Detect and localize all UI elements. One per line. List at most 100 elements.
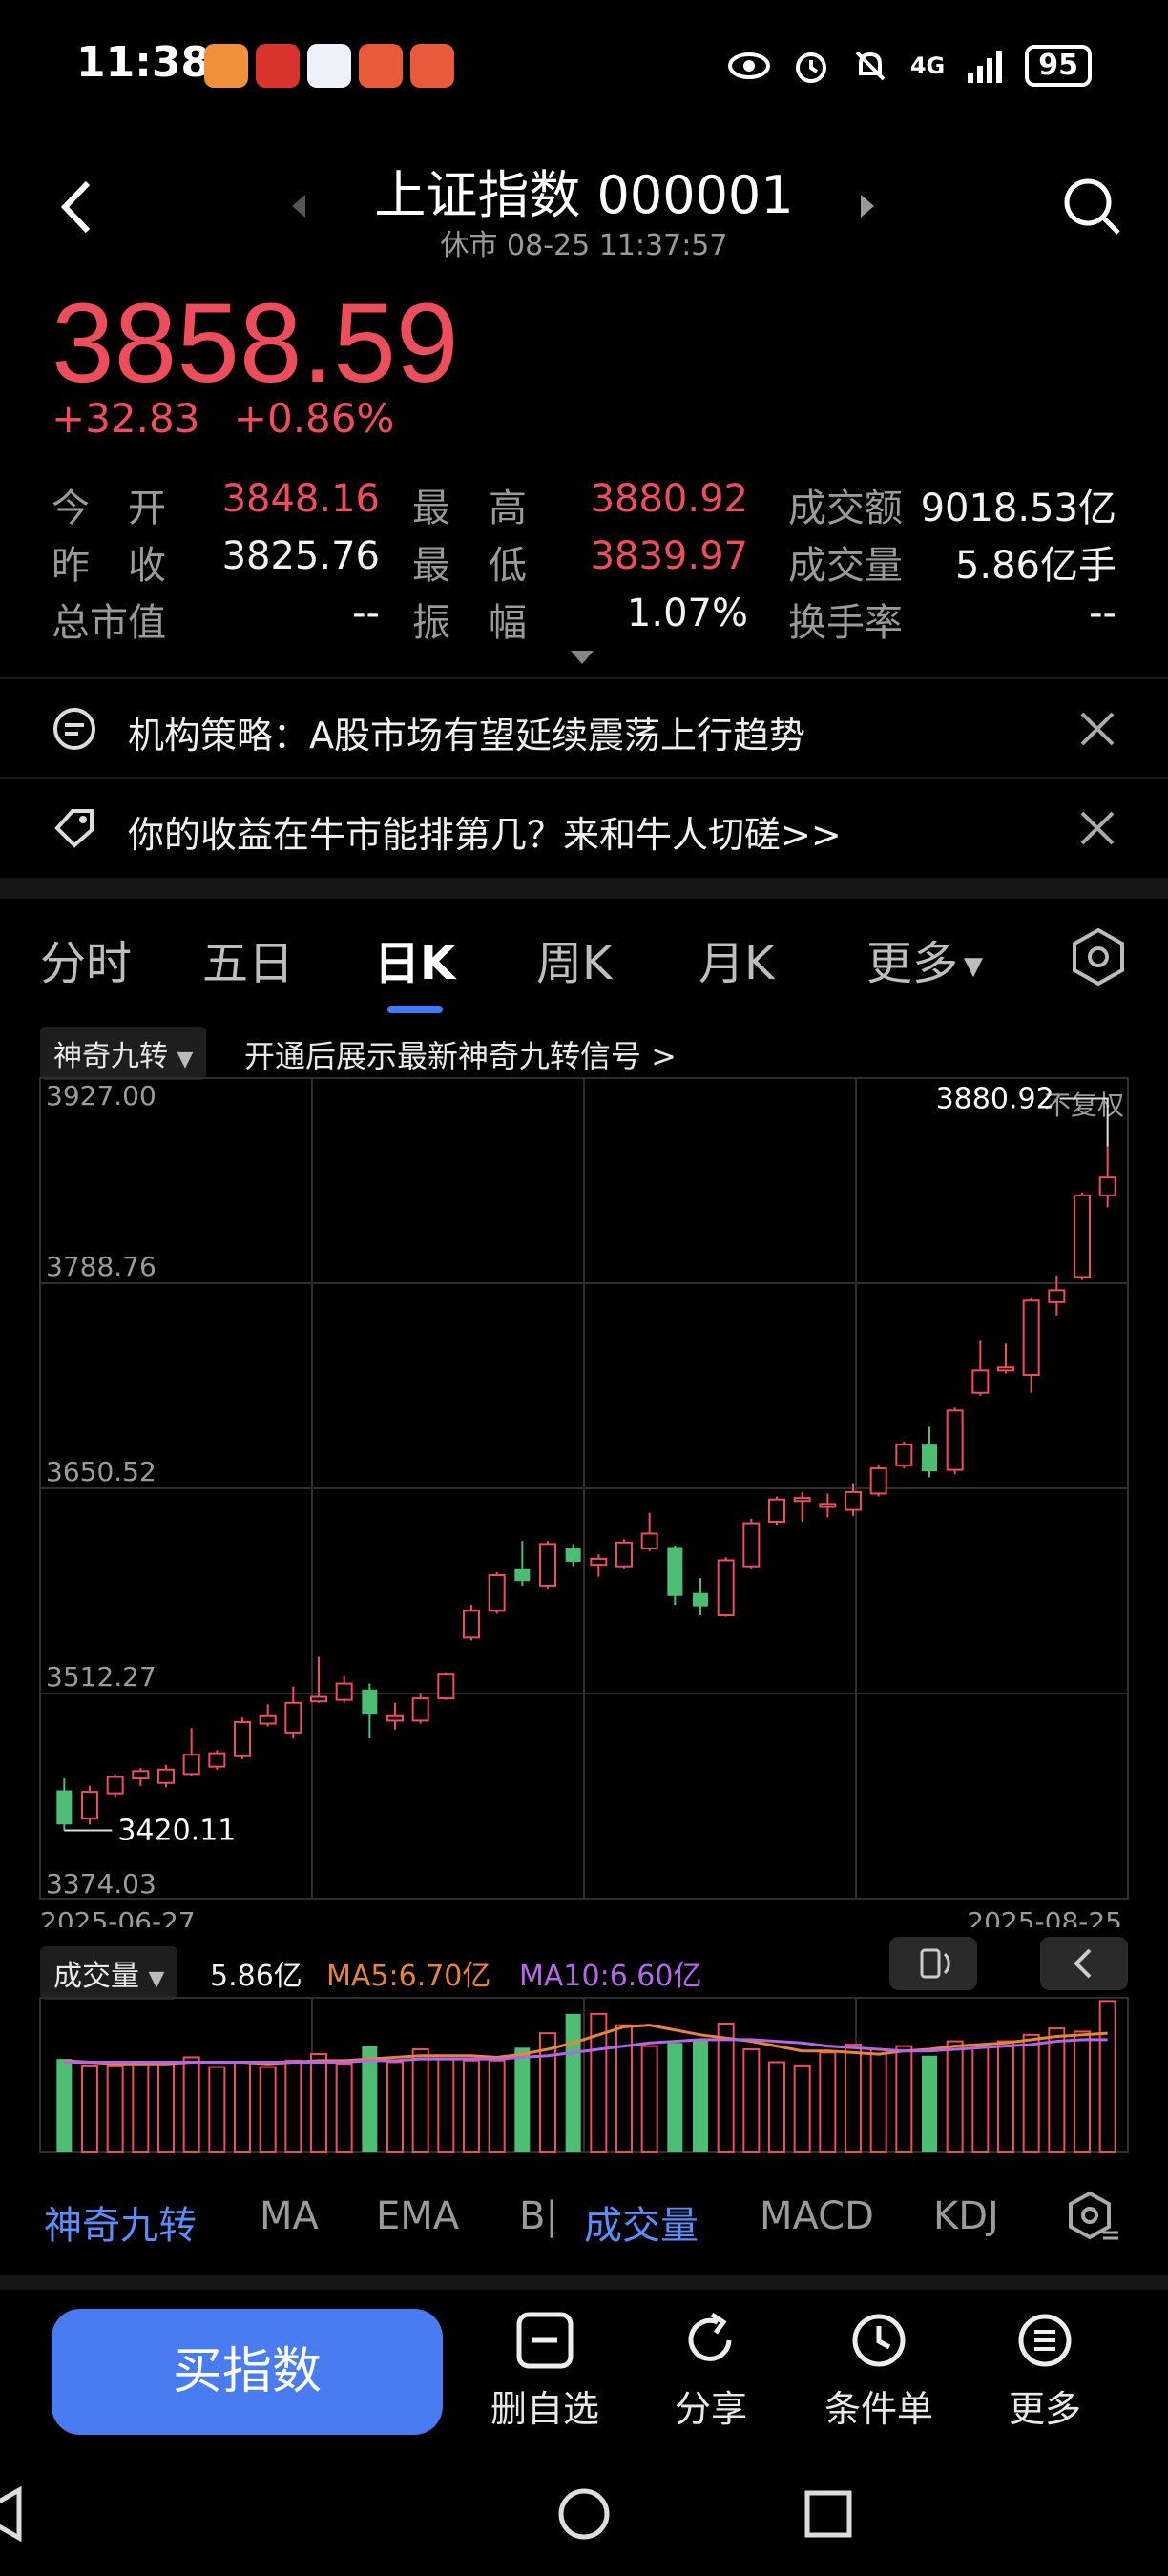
app-icon (204, 44, 248, 88)
nav-recents-icon[interactable] (804, 2490, 852, 2538)
stat-label: 今 开 (52, 487, 166, 530)
volume-bar (1074, 2030, 1091, 2153)
battery-indicator: 95 (1025, 45, 1092, 87)
indicator-volume[interactable]: 成交量 (584, 2194, 699, 2250)
eye-icon (727, 52, 770, 79)
close-icon[interactable] (1078, 809, 1116, 847)
stat-label: 成交量 (788, 544, 903, 588)
stat-value: -- (1089, 592, 1116, 635)
candle-body (869, 1467, 887, 1495)
volume-bar (693, 2039, 708, 2152)
y-tick-label: 3512.27 (46, 1661, 156, 1693)
nav-back-icon[interactable] (0, 2485, 22, 2543)
tab-weekly-k[interactable]: 周K (536, 925, 612, 992)
tab-five-day[interactable]: 五日 (202, 925, 294, 992)
stat-value: 1.07% (626, 592, 748, 635)
volume-bar (819, 2051, 837, 2153)
volume-bar (411, 2048, 429, 2153)
chart-settings-icon[interactable] (1071, 927, 1126, 987)
action-label: 更多 (1008, 2388, 1081, 2430)
indicator-macd[interactable]: MACD (760, 2194, 874, 2238)
divider (0, 777, 1168, 779)
close-icon[interactable] (1078, 710, 1116, 748)
indicator-kdj[interactable]: KDJ (933, 2194, 999, 2238)
volume-bar (56, 2059, 73, 2152)
indicator-ma[interactable]: MA (260, 2194, 319, 2238)
stat-value: 3880.92 (590, 477, 748, 521)
candle-body (1048, 1289, 1066, 1303)
candle-body (845, 1490, 862, 1511)
minus-square-icon (516, 2312, 574, 2369)
tab-daily-k[interactable]: 日K (374, 925, 455, 992)
volume-bar (667, 2043, 683, 2152)
share-button[interactable]: 分享 (639, 2309, 782, 2432)
candle-body (362, 1689, 378, 1715)
candle-body (693, 1592, 708, 1607)
search-icon[interactable] (1061, 176, 1122, 237)
tab-more[interactable]: 更多 ▼ (866, 925, 983, 992)
market-status: 休市 08-25 11:37:57 (440, 229, 728, 262)
candle-body (997, 1366, 1014, 1372)
banner-strategy[interactable]: 机构策略：A股市场有望延续震荡上行趋势 (128, 706, 805, 758)
volume-bar (157, 2063, 175, 2153)
nav-home-icon[interactable] (558, 2488, 610, 2540)
x-end-label: 2025-08-25 (967, 1906, 1122, 1927)
volume-bar (640, 2045, 658, 2153)
menu-icon (1018, 2314, 1072, 2367)
volume-bar (1022, 2033, 1040, 2153)
signal-icon (968, 51, 1003, 83)
expand-icon[interactable] (571, 651, 594, 666)
app-icon (410, 44, 454, 88)
chevron-left-icon (1074, 1948, 1092, 1979)
volume-bar (768, 2061, 785, 2153)
banner-promo[interactable]: 你的收益在牛市能排第几？来和牛人切磋>> (128, 805, 842, 858)
volume-bar (922, 2055, 937, 2152)
dropdown-icon: ▼ (964, 952, 984, 981)
volume-bar (335, 2063, 353, 2153)
condition-order-button[interactable]: 条件单 (807, 2309, 950, 2432)
candle-body (1022, 1299, 1040, 1377)
candle-body (132, 1770, 150, 1780)
clock-icon (852, 2314, 906, 2367)
tab-intraday[interactable]: 分时 (40, 925, 132, 992)
kline-chart[interactable]: 3927.00 3788.76 3650.52 3512.27 3374.03 2025-… (0, 1069, 1168, 1927)
candle-body (946, 1409, 964, 1471)
volume-bar (845, 2043, 862, 2153)
candle-body (819, 1503, 837, 1508)
section-divider (0, 2275, 1168, 2290)
indicator-settings-icon[interactable] (1067, 2191, 1120, 2244)
dropdown-icon: ▼ (148, 1967, 165, 1991)
section-divider (0, 878, 1168, 899)
app-icon (359, 44, 403, 88)
buy-index-button[interactable]: 买指数 (52, 2309, 443, 2435)
more-button[interactable]: 更多 (973, 2309, 1116, 2432)
volume-bar (742, 2048, 761, 2153)
next-stock-icon[interactable] (859, 195, 874, 218)
indicator-boll[interactable]: B| (519, 2194, 558, 2238)
volume-bar (793, 2064, 811, 2153)
y-tick-label: 3788.76 (46, 1251, 156, 1282)
remove-watchlist-button[interactable]: 删自选 (473, 2309, 616, 2432)
action-label: 条件单 (824, 2388, 933, 2430)
change-value: +32.83 (52, 395, 200, 442)
volume-bar (565, 2013, 581, 2152)
candle-body (106, 1776, 124, 1795)
app-icon (256, 44, 300, 88)
volume-dropdown[interactable]: 成交量 ▼ (40, 1946, 178, 2000)
candle-body (157, 1768, 175, 1784)
volume-chart[interactable] (0, 1994, 1168, 2156)
stat-value: 3848.16 (221, 477, 380, 521)
rotate-button[interactable] (889, 1937, 977, 1990)
tag-icon (54, 809, 94, 848)
active-tab-indicator (387, 1006, 443, 1013)
indicator-ema[interactable]: EMA (376, 2194, 459, 2238)
candle-body (259, 1714, 277, 1725)
volume-bar (717, 2023, 735, 2153)
collapse-button[interactable] (1040, 1937, 1128, 1990)
indicator-nine-turn[interactable]: 神奇九转 (44, 2194, 197, 2250)
volume-bar (1098, 2000, 1116, 2153)
stat-value: -- (352, 592, 380, 635)
candle-body (56, 1790, 73, 1825)
candle-body (922, 1444, 937, 1472)
tab-monthly-k[interactable]: 月K (699, 925, 774, 992)
